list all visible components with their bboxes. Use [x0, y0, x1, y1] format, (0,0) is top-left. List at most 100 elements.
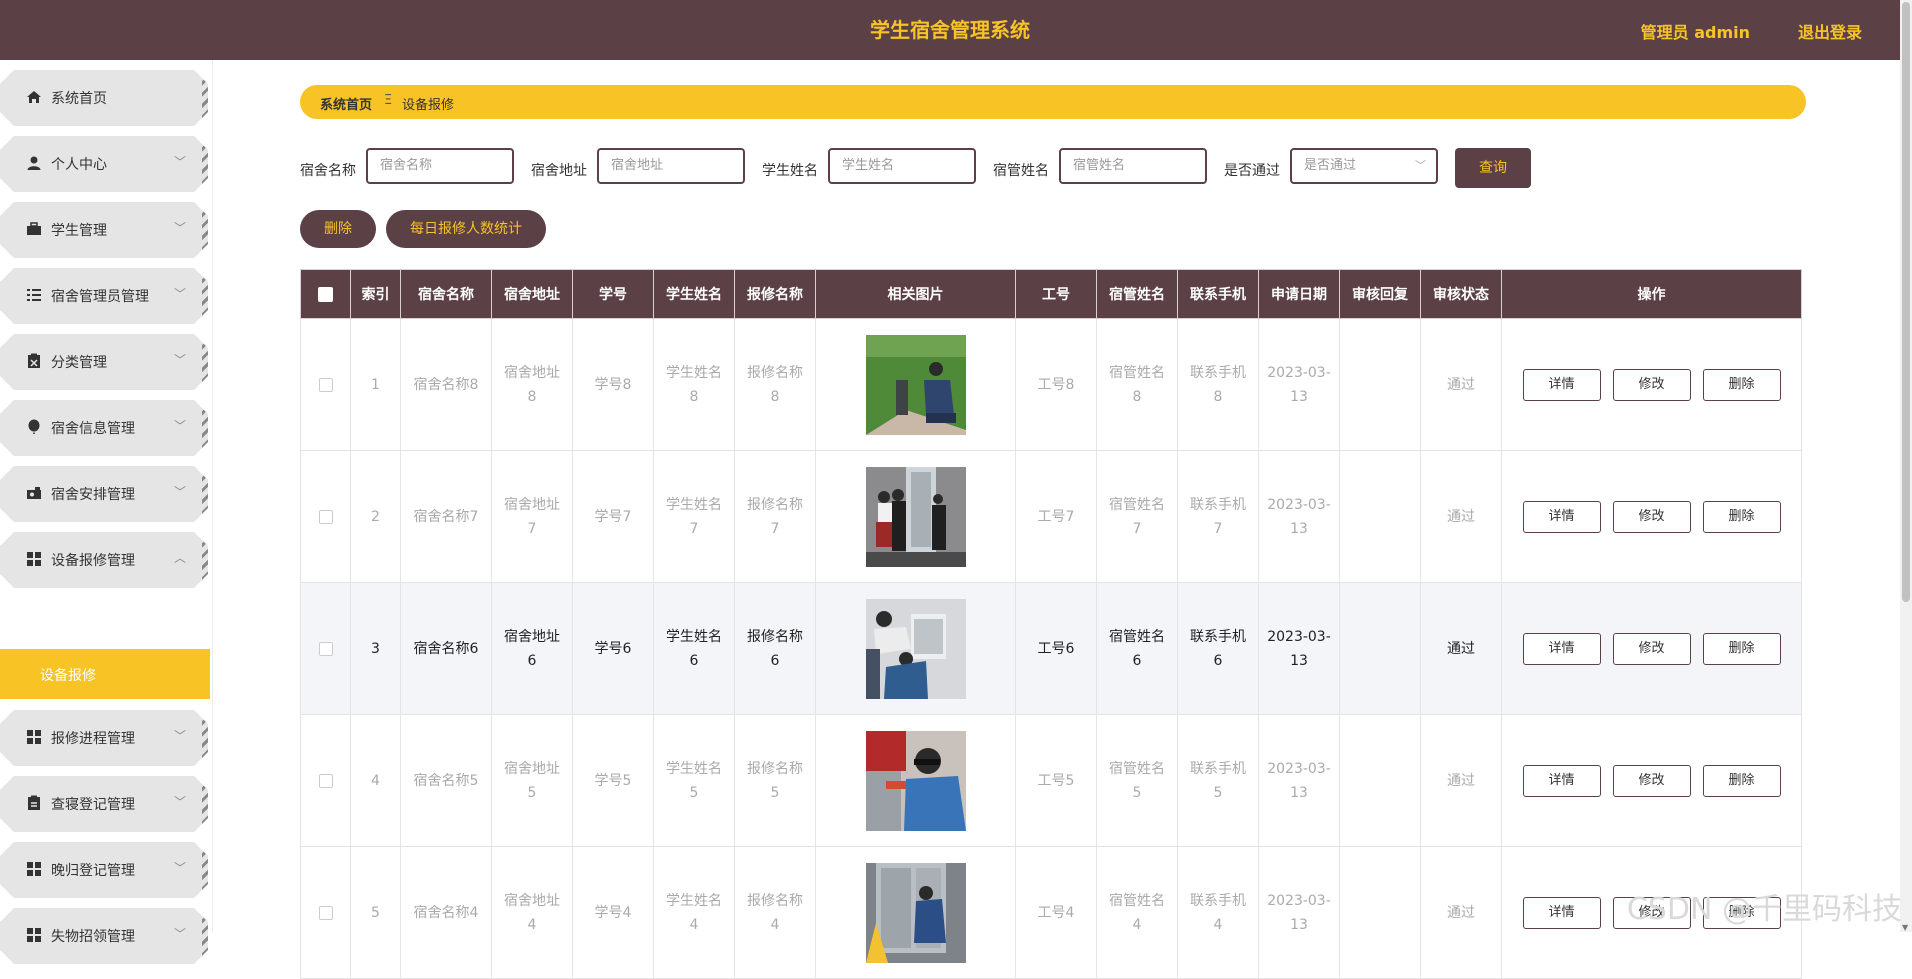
row-checkbox-cell[interactable]	[300, 318, 351, 451]
sidebar-item-dorm-check[interactable]: 查寝登记管理 ﹀	[0, 776, 208, 832]
detail-button[interactable]: 详情	[1522, 896, 1601, 929]
sidebar-item-repair-progress[interactable]: 报修进程管理 ﹀	[0, 710, 208, 766]
date-cell: 2023-03-13	[1258, 846, 1340, 979]
breadcrumb-separator-icon: Ξ	[384, 93, 393, 108]
grid-icon	[27, 730, 41, 744]
operations-cell: 详情 修改 删除	[1501, 318, 1802, 451]
admin-user-label[interactable]: 管理员 admin	[1641, 19, 1750, 43]
chevron-down-icon: ﹀	[173, 353, 186, 367]
row-checkbox[interactable]	[318, 509, 333, 524]
delete-button[interactable]: 删除	[1702, 500, 1781, 533]
search-bar: 宿舍名称 宿舍名称 宿舍地址 宿舍地址 学生姓名 学生姓名 宿管姓名 宿管姓名 …	[0, 148, 1600, 190]
sidebar-item-home[interactable]: 系统首页	[0, 70, 208, 126]
operations-cell: 详情 修改 删除	[1501, 582, 1802, 715]
table-row: 3 宿舍名称6 宿舍地址6 学号6 学生姓名6 报修名称6 工号6 宿管姓名6 …	[300, 582, 1802, 715]
sidebar-item-dorm-managers[interactable]: 宿舍管理员管理 ﹀	[0, 268, 208, 324]
detail-button[interactable]: 详情	[1522, 368, 1601, 401]
student-name-cell: 学生姓名5	[653, 714, 735, 847]
student-name-cell: 学生姓名6	[653, 582, 735, 715]
column-header: 宿舍名称	[400, 269, 492, 319]
row-checkbox[interactable]	[318, 905, 333, 920]
row-checkbox-cell[interactable]	[300, 450, 351, 583]
sidebar-subitem-label: 设备报修	[40, 668, 96, 684]
dorm-address-input[interactable]: 宿舍地址	[597, 148, 745, 184]
query-button[interactable]: 查询	[1455, 148, 1531, 188]
repair-table: 索引 宿舍名称 宿舍地址 学号 学生姓名 报修名称 相关图片 工号 宿管姓名 联…	[300, 269, 1802, 979]
dorm-address-cell: 宿舍地址7	[491, 450, 573, 583]
chevron-down-icon: ﹀	[1415, 159, 1426, 172]
column-header: 报修名称	[734, 269, 816, 319]
breadcrumb-home[interactable]: 系统首页	[320, 94, 372, 113]
scrollbar-thumb[interactable]	[1902, 2, 1910, 602]
row-checkbox[interactable]	[318, 377, 333, 392]
batch-delete-button[interactable]: 删除	[300, 210, 376, 248]
index-cell: 4	[350, 714, 401, 847]
detail-button[interactable]: 详情	[1522, 632, 1601, 665]
dorm-name-input[interactable]: 宿舍名称	[366, 148, 514, 184]
row-checkbox[interactable]	[318, 773, 333, 788]
row-checkbox-cell[interactable]	[300, 846, 351, 979]
column-header: 审核状态	[1420, 269, 1502, 319]
sidebar-item-label: 宿舍安排管理	[51, 487, 135, 503]
sidebar-item-categories[interactable]: 分类管理 ﹀	[0, 334, 208, 390]
chevron-up-icon: ︿	[173, 551, 186, 565]
status-cell: 通过	[1420, 450, 1502, 583]
sidebar-item-label: 系统首页	[51, 91, 107, 107]
column-header: 索引	[350, 269, 401, 319]
grass-repair-photo[interactable]	[865, 334, 966, 435]
chevron-down-icon: ﹀	[173, 221, 186, 235]
column-header: 学生姓名	[653, 269, 735, 319]
job-no-cell: 工号5	[1015, 714, 1097, 847]
manager-name-cell: 宿管姓名5	[1096, 714, 1178, 847]
sidebar-subitem-equipment-repair[interactable]: 设备报修	[0, 649, 210, 699]
student-name-cell: 学生姓名4	[653, 846, 735, 979]
manager-name-input[interactable]: 宿管姓名	[1059, 148, 1207, 184]
date-cell: 2023-03-13	[1258, 714, 1340, 847]
edit-button[interactable]: 修改	[1612, 632, 1691, 665]
column-header: 申请日期	[1258, 269, 1340, 319]
dorm-name-cell: 宿舍名称8	[400, 318, 492, 451]
edit-button[interactable]: 修改	[1612, 368, 1691, 401]
approved-select[interactable]: 是否通过 ﹀	[1290, 148, 1438, 184]
daily-repair-stats-button[interactable]: 每日报修人数统计	[386, 210, 546, 248]
column-header: 操作	[1501, 269, 1802, 319]
delete-button[interactable]: 删除	[1702, 764, 1781, 797]
sidebar-item-label: 宿舍管理员管理	[51, 289, 149, 305]
sidebar-item-lost-found[interactable]: 失物招领管理 ﹀	[0, 908, 208, 964]
student-name-input[interactable]: 学生姓名	[828, 148, 976, 184]
logout-link[interactable]: 退出登录	[1798, 19, 1862, 43]
table-header-row: 索引 宿舍名称 宿舍地址 学号 学生姓名 报修名称 相关图片 工号 宿管姓名 联…	[300, 269, 1802, 319]
balloon-icon	[28, 419, 40, 434]
grid-icon	[27, 928, 41, 942]
delete-button[interactable]: 删除	[1702, 368, 1781, 401]
sidebar-item-students[interactable]: 学生管理 ﹀	[0, 202, 208, 258]
door-repair-photo[interactable]	[865, 862, 966, 963]
student-no-cell: 学号6	[572, 582, 654, 715]
chevron-down-icon: ﹀	[173, 795, 186, 809]
row-checkbox-cell[interactable]	[300, 582, 351, 715]
scroll-down-icon[interactable]: ▼	[1902, 923, 1908, 932]
welding-repair-photo[interactable]	[865, 730, 966, 831]
student-no-cell: 学号7	[572, 450, 654, 583]
delete-button[interactable]: 删除	[1702, 632, 1781, 665]
detail-button[interactable]: 详情	[1522, 500, 1601, 533]
select-all-checkbox-cell[interactable]	[300, 269, 351, 319]
grid-icon	[27, 862, 41, 876]
select-all-checkbox[interactable]	[318, 286, 333, 302]
sidebar-item-dorm-arrangement[interactable]: 宿舍安排管理 ﹀	[0, 466, 208, 522]
list-icon	[27, 288, 41, 302]
row-checkbox-cell[interactable]	[300, 714, 351, 847]
row-checkbox[interactable]	[318, 641, 333, 656]
elevator-repair-photo[interactable]	[865, 466, 966, 567]
sidebar-item-equipment-repair[interactable]: 设备报修管理 ︿	[0, 532, 208, 588]
date-cell: 2023-03-13	[1258, 582, 1340, 715]
detail-button[interactable]: 详情	[1522, 764, 1601, 797]
sidebar-item-dorm-info[interactable]: 宿舍信息管理 ﹀	[0, 400, 208, 456]
sidebar-item-late-return[interactable]: 晚归登记管理 ﹀	[0, 842, 208, 898]
edit-button[interactable]: 修改	[1612, 764, 1691, 797]
sidebar-item-label: 晚归登记管理	[51, 863, 135, 879]
panel-repair-photo[interactable]	[865, 598, 966, 699]
edit-button[interactable]: 修改	[1612, 500, 1691, 533]
vertical-scrollbar[interactable]: ▲ ▼	[1900, 0, 1912, 932]
manager-name-cell: 宿管姓名7	[1096, 450, 1178, 583]
